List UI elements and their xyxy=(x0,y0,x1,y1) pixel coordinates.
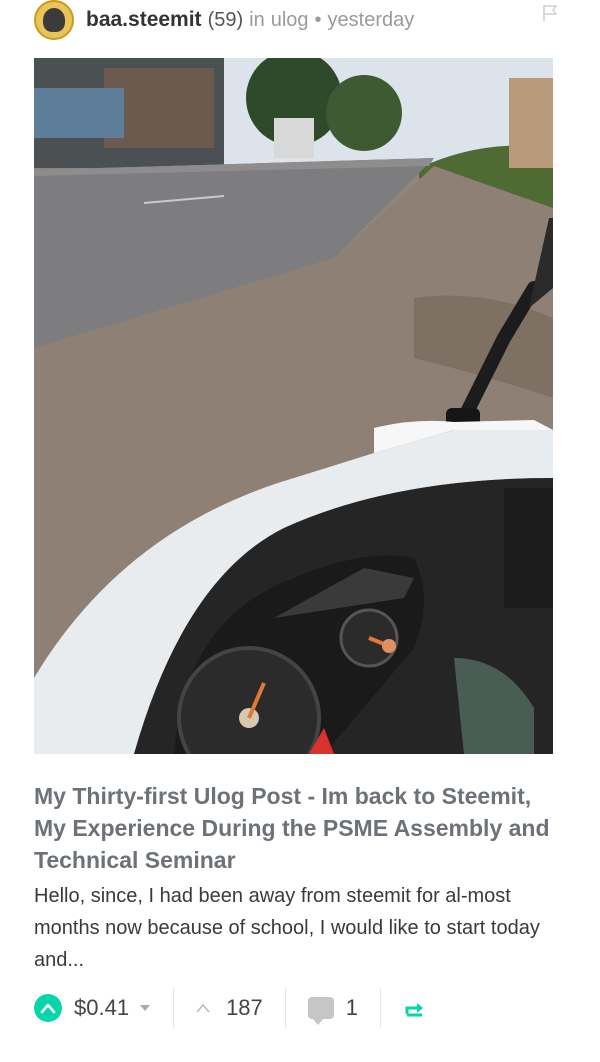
divider xyxy=(173,988,175,1028)
post-footer: $0.41 187 1 xyxy=(34,986,564,1030)
divider xyxy=(380,988,382,1028)
meta-separator: • xyxy=(314,8,322,31)
upvote-icon xyxy=(40,1003,56,1014)
post-image-illustration xyxy=(34,58,553,754)
post-card: baa.steemit (59) in ulog • yesterday My … xyxy=(0,0,600,1062)
resteem-icon[interactable] xyxy=(403,996,427,1020)
post-header: baa.steemit (59) in ulog • yesterday xyxy=(34,0,564,40)
divider xyxy=(284,988,286,1028)
avatar[interactable] xyxy=(34,0,74,40)
chevron-down-icon[interactable] xyxy=(139,1004,151,1012)
votes-count[interactable]: 187 xyxy=(196,995,263,1021)
post-title[interactable]: My Thirty-first Ulog Post - Im back to S… xyxy=(34,780,554,876)
comment-icon xyxy=(307,997,334,1025)
community-link[interactable]: ulog xyxy=(271,9,309,32)
flag-icon[interactable] xyxy=(542,4,558,22)
post-time[interactable]: yesterday xyxy=(328,9,415,32)
payout-group: $0.41 xyxy=(34,994,151,1022)
community-prefix: in xyxy=(249,8,265,31)
votes-value: 187 xyxy=(226,995,263,1020)
avatar-icon xyxy=(43,8,65,32)
post-image[interactable] xyxy=(34,58,553,754)
comments-link[interactable]: 1 xyxy=(307,995,359,1025)
comments-value: 1 xyxy=(345,995,359,1020)
post-excerpt[interactable]: Hello, since, I had been away from steem… xyxy=(34,880,554,976)
upvote-button[interactable] xyxy=(34,994,62,1022)
author-name[interactable]: baa.steemit xyxy=(86,8,202,32)
payout-value[interactable]: $0.41 xyxy=(74,995,129,1021)
author-reputation: (59) xyxy=(207,8,244,31)
chevron-up-icon xyxy=(196,1003,210,1013)
